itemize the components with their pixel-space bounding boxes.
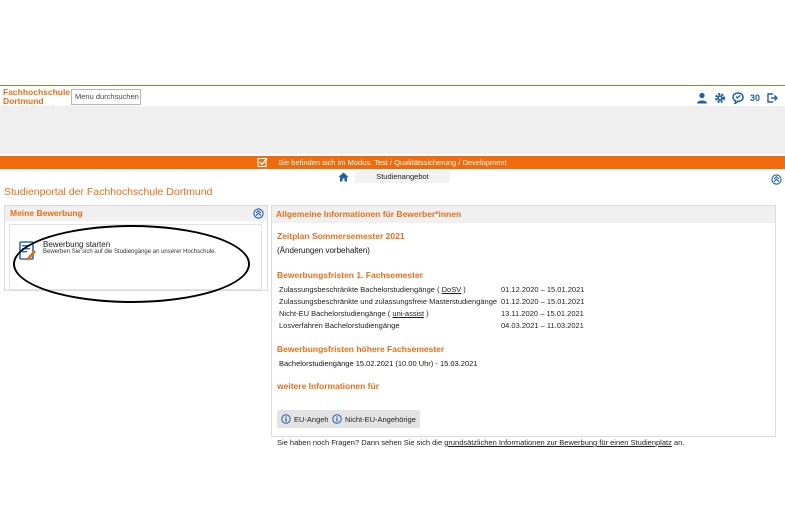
checkbox-icon <box>257 157 268 168</box>
table-row: Losverfahren Bachelorstudiengänge 04.03.… <box>279 321 599 332</box>
notification-count[interactable]: 30 <box>750 93 760 103</box>
fristen-hoehere-text: Bachelorstudiengänge 15.02.2021 (10.00 U… <box>279 359 478 368</box>
header-strip <box>160 89 690 105</box>
grundsaetzliche-informationen-link[interactable]: grundsätzlichen Informationen zur Bewerb… <box>444 438 672 447</box>
meine-bewerbung-header: Meine Bewerbung <box>5 206 267 221</box>
allgemeine-informationen-title: Allgemeine Informationen für Bewerber*in… <box>276 209 462 219</box>
questions-text: Sie haben noch Fragen? Dann sehen Sie si… <box>277 438 685 447</box>
header: Fachhochschule Dortmund University of Ap… <box>0 86 785 109</box>
mode-bar: Sie befinden sich im Modus: Test / Quali… <box>0 156 785 169</box>
nav-row: Studienangebot <box>0 170 785 184</box>
page-title: Studienportal der Fachhochschule Dortmun… <box>4 186 213 198</box>
table-row: Zulassungsbeschränkte Bachelorstudiengän… <box>279 285 599 296</box>
row-label: Zulassungsbeschränkte und zulassungsfrei… <box>279 297 498 306</box>
row-dates: 04.03.2021 – 11.03.2021 <box>501 321 584 330</box>
header-icons: 30 <box>696 91 778 105</box>
logo-line-2: Dortmund <box>3 95 44 106</box>
zeitplan-note: (Änderungen vorbehalten) <box>277 246 370 255</box>
allgemeine-informationen-panel: Allgemeine Informationen für Bewerber*in… <box>271 205 776 447</box>
uni-assist-link[interactable]: uni-assist <box>392 309 424 318</box>
bewerbung-starten-card[interactable]: Bewerbung starten Bewerben Sie sich auf … <box>9 224 262 303</box>
home-icon[interactable] <box>338 172 349 182</box>
row-dates: 13.11.2020 – 15.01.2021 <box>501 309 584 318</box>
row-dates: 01.12.2020 – 15.01.2021 <box>501 285 585 294</box>
highlight-ellipse <box>13 225 250 303</box>
app-frame: Fachhochschule Dortmund University of Ap… <box>0 85 785 447</box>
row-label: Losverfahren Bachelorstudiengänge <box>279 321 400 330</box>
meine-bewerbung-title: Meine Bewerbung <box>10 208 83 218</box>
table-row: Zulassungsbeschränkte und zulassungsfrei… <box>279 297 599 308</box>
fristen-1-heading: Bewerbungsfristen 1. Fachsemester <box>277 270 423 280</box>
header-band <box>0 106 785 154</box>
logout-icon[interactable] <box>766 92 778 104</box>
row-label: Nicht-EU Bachelorstudiengänge ( uni-assi… <box>279 309 429 318</box>
collapse-all-icon[interactable] <box>771 174 782 185</box>
meine-bewerbung-panel: Meine Bewerbung Bewerbung starten Bewerb… <box>4 205 268 303</box>
dosv-link[interactable]: DoSV <box>442 285 462 294</box>
fristen-hoehere-heading: Bewerbungsfristen höhere Fachsemester <box>277 344 445 354</box>
nicht-eu-angehoerige-label: Nicht-EU-Angehörige <box>345 414 416 424</box>
info-icon <box>332 414 342 424</box>
messages-icon[interactable] <box>732 92 744 104</box>
collapse-panel-icon[interactable] <box>253 208 264 219</box>
row-label: Zulassungsbeschränkte Bachelorstudiengän… <box>279 285 466 294</box>
row-dates: 01.12.2020 – 15.01.2021 <box>501 297 585 306</box>
table-row: Nicht-EU Bachelorstudiengänge ( uni-assi… <box>279 309 599 320</box>
info-icon <box>281 414 291 424</box>
tab-studienangebot[interactable]: Studienangebot <box>355 171 450 183</box>
allgemeine-informationen-header: Allgemeine Informationen für Bewerber*in… <box>272 206 775 223</box>
nicht-eu-angehoerige-button[interactable]: Nicht-EU-Angehörige <box>328 410 420 428</box>
mode-bar-text: Sie befinden sich im Modus: Test / Quali… <box>278 158 507 167</box>
weitere-heading: weitere Informationen für <box>277 381 380 391</box>
menu-search-input[interactable]: Menu durchsuchen <box>71 89 141 105</box>
gear-icon[interactable] <box>714 92 726 104</box>
user-icon[interactable] <box>696 92 708 104</box>
zeitplan-heading: Zeitplan Sommersemester 2021 <box>277 231 405 241</box>
